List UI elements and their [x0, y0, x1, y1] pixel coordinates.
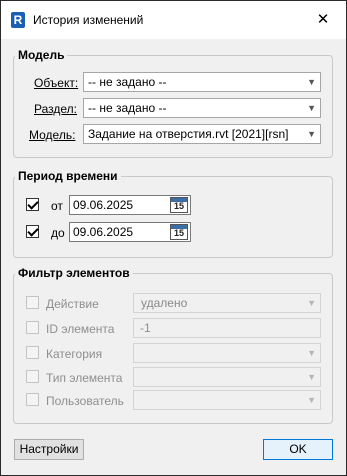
section-label: Раздел:	[34, 102, 77, 116]
chevron-down-icon: ▼	[307, 395, 316, 405]
to-date-value: 09.06.2025	[73, 225, 134, 239]
section-select[interactable]: -- не задано -- ▼	[83, 98, 321, 118]
category-select[interactable]: ▼	[133, 343, 321, 363]
model-select-value: Задание на отверстия.rvt [2021][rsn]	[88, 127, 289, 141]
type-checkbox[interactable]	[26, 370, 39, 383]
revit-app-icon: R	[11, 12, 25, 28]
type-select[interactable]: ▼	[133, 367, 321, 387]
period-group-legend: Период времени	[18, 169, 118, 183]
to-checkbox[interactable]	[26, 225, 39, 238]
category-checkbox[interactable]	[26, 346, 39, 359]
object-label: Объект:	[34, 76, 79, 90]
action-select-value: удалено	[141, 296, 188, 310]
object-select-value: -- не задано --	[88, 75, 167, 89]
action-checkbox[interactable]	[26, 296, 39, 309]
to-label: до	[51, 226, 65, 240]
close-icon[interactable]: ✕	[312, 9, 334, 31]
user-checkbox[interactable]	[26, 393, 39, 406]
section-select-value: -- не задано --	[88, 101, 167, 115]
calendar-icon[interactable]: 15	[170, 224, 188, 240]
from-date-value: 09.06.2025	[73, 198, 134, 212]
settings-button[interactable]: Настройки	[14, 439, 84, 460]
to-date-picker[interactable]: 09.06.2025 15	[69, 222, 191, 242]
id-checkbox[interactable]	[26, 321, 39, 334]
action-select[interactable]: удалено ▼	[133, 293, 321, 313]
model-label: Модель:	[29, 128, 76, 142]
model-select[interactable]: Задание на отверстия.rvt [2021][rsn] ▼	[83, 124, 321, 144]
chevron-down-icon: ▼	[307, 129, 316, 139]
from-date-picker[interactable]: 09.06.2025 15	[69, 195, 191, 215]
category-label: Категория	[46, 347, 103, 361]
from-label: от	[51, 199, 63, 213]
from-checkbox[interactable]	[26, 198, 39, 211]
chevron-down-icon: ▼	[307, 372, 316, 382]
id-input[interactable]: -1	[133, 318, 321, 338]
history-dialog: R История изменений ✕ Модель Объект: -- …	[0, 0, 347, 476]
user-select[interactable]: ▼	[133, 390, 321, 410]
calendar-day: 15	[173, 228, 184, 238]
model-group-legend: Модель	[18, 48, 65, 62]
window-title: История изменений	[33, 13, 144, 27]
chevron-down-icon: ▼	[307, 348, 316, 358]
title-bar: R История изменений ✕	[1, 1, 346, 39]
calendar-icon[interactable]: 15	[170, 197, 188, 213]
filter-group-legend: Фильтр элементов	[18, 266, 130, 280]
action-label: Действие	[46, 297, 99, 311]
type-label: Тип элемента	[46, 371, 123, 385]
chevron-down-icon: ▼	[307, 298, 316, 308]
id-label: ID элемента	[46, 322, 115, 336]
chevron-down-icon: ▼	[307, 77, 316, 87]
calendar-day: 15	[173, 201, 184, 211]
chevron-down-icon: ▼	[307, 103, 316, 113]
ok-button[interactable]: OK	[263, 439, 333, 460]
object-select[interactable]: -- не задано -- ▼	[83, 72, 321, 92]
user-label: Пользователь	[46, 394, 124, 408]
